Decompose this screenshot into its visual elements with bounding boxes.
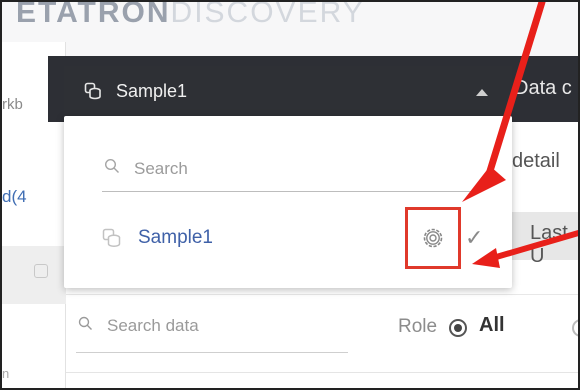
dataset-icon bbox=[102, 227, 124, 249]
search-data-placeholder: Search data bbox=[107, 316, 199, 335]
app-window: ETATRONDISCOVERY rkb d(4 n Sample1 Data … bbox=[0, 0, 580, 390]
gear-icon bbox=[423, 228, 443, 248]
search-icon bbox=[78, 316, 93, 336]
dataset-search-input[interactable]: Search bbox=[102, 146, 472, 192]
divider bbox=[66, 294, 578, 295]
role-label: Role bbox=[398, 316, 438, 337]
dataset-icon bbox=[84, 81, 104, 101]
left-bottom-text: n bbox=[2, 366, 10, 381]
search-placeholder: Search bbox=[134, 158, 188, 178]
left-tab[interactable]: rkb bbox=[2, 96, 23, 113]
gear-button[interactable] bbox=[405, 207, 461, 269]
header-right-label[interactable]: Data c bbox=[514, 77, 572, 100]
dropdown-selected-label: Sample1 bbox=[116, 80, 188, 101]
search-icon bbox=[104, 158, 120, 179]
last-updated-button[interactable]: Last U bbox=[502, 212, 578, 267]
check-icon: ✓ bbox=[465, 225, 484, 250]
search-data-input[interactable]: Search data bbox=[78, 316, 199, 336]
list-item-label: Sample1 bbox=[138, 227, 213, 248]
logo-part-2: DISCOVERY bbox=[170, 0, 365, 29]
last-updated-label: Last U bbox=[530, 222, 568, 267]
app-logo: ETATRONDISCOVERY bbox=[16, 0, 365, 36]
logo-part-1: ETATRON bbox=[16, 0, 171, 29]
dataset-dropdown[interactable]: Sample1 bbox=[64, 66, 512, 116]
caret-up-icon[interactable] bbox=[476, 89, 488, 96]
detail-tab[interactable]: detail bbox=[512, 150, 560, 173]
search-data-underline bbox=[76, 352, 348, 353]
role-all-radio[interactable] bbox=[449, 319, 467, 337]
role-all-label[interactable]: All bbox=[479, 314, 505, 337]
table-row bbox=[66, 372, 578, 388]
dataset-icon bbox=[34, 264, 48, 278]
left-link[interactable]: d(4 bbox=[2, 187, 27, 207]
